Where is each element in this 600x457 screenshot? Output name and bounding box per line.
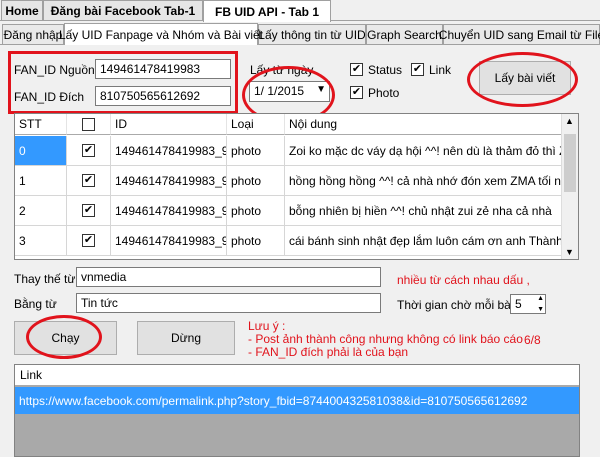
wait-time-label: Thời gian chờ mỗi bài [397,298,514,312]
get-posts-highlight-ellipse [467,52,578,107]
fan-id-highlight-box [8,51,238,114]
wait-time-stepper[interactable]: 5 ▲ ▼ [510,294,546,314]
links-header: Link [15,365,579,386]
photo-checkbox[interactable]: ✔ [350,86,363,99]
row-2-checkbox[interactable]: ✔ [82,204,95,217]
subtab-uid-info[interactable]: Lấy thông tin từ UID [258,24,366,44]
link-label: Link [429,63,452,77]
link-checkbox[interactable]: ✔ [411,63,424,76]
table-row-1-check[interactable]: ✔ [67,166,111,196]
table-row-2-stt[interactable]: 2 [15,196,67,226]
scrollbar-thumb[interactable] [564,134,576,192]
photo-label: Photo [368,86,400,100]
grid-header-stt: STT [15,114,67,135]
grid-header-check[interactable] [67,114,111,135]
table-row-0-check[interactable]: ✔ [67,136,111,166]
list-item[interactable]: https://www.facebook.com/permalink.php?s… [15,387,579,414]
grid-vertical-scrollbar[interactable]: ▲ ▼ [561,114,578,259]
grid-header-id: ID [111,114,227,135]
status-checkbox[interactable]: ✔ [350,63,363,76]
subtab-login[interactable]: Đăng nhập [2,24,64,44]
subtab-uid-to-email[interactable]: Chuyển UID sang Email từ File [439,24,600,44]
table-row-1-content[interactable]: hồng hồng hồng ^^! cả nhà nhớ đón xem ZM… [285,166,563,196]
table-row-2-id[interactable]: 149461478419983_9... [111,196,227,226]
status-label: Status [368,63,403,77]
table-row-1-id[interactable]: 149461478419983_9... [111,166,227,196]
replace-label: Thay thế từ [14,272,76,286]
progress-counter: 6/8 [524,333,541,347]
links-grid[interactable]: Link https://www.facebook.com/permalink.… [14,364,580,457]
table-row-1-type[interactable]: photo [227,166,285,196]
tab-home[interactable]: Home [1,0,43,20]
table-row-0-type[interactable]: photo [227,136,285,166]
stepper-up-icon[interactable]: ▲ [537,295,544,302]
run-highlight-ellipse [26,315,102,359]
subtab-graph-search[interactable]: Graph Search [366,24,443,44]
table-row-3-check[interactable]: ✔ [67,226,111,256]
subtab-get-uid-fanpage[interactable]: Lấy UID Fanpage và Nhóm và Bài viết [59,23,263,45]
row-0-checkbox[interactable]: ✔ [82,144,95,157]
table-row-1-stt[interactable]: 1 [15,166,67,196]
notes-line-2: - FAN_ID đích phải là của bạn [248,345,409,359]
notes-line-1: - Post ảnh thành công nhưng không có lin… [248,332,523,346]
table-row-2-check[interactable]: ✔ [67,196,111,226]
wait-time-value: 5 [515,297,522,311]
notes-title: Lưu ý : [248,319,286,333]
select-all-checkbox[interactable] [82,117,95,131]
with-label: Bằng từ [14,297,57,311]
table-row-0-content[interactable]: Zoi ko mặc dc váy dạ hội ^^! nên dù là t… [285,136,563,166]
table-row-0-stt[interactable]: 0 [15,136,67,166]
table-row-2-content[interactable]: bỗng nhiên bị hiền ^^! chủ nhật zui zẻ n… [285,196,563,226]
grid-header-type: Loại [227,114,285,135]
table-row-3-stt[interactable]: 3 [15,226,67,256]
tab-fb-uid-api[interactable]: FB UID API - Tab 1 [203,0,331,22]
stepper-down-icon[interactable]: ▼ [537,306,544,313]
table-row-3-id[interactable]: 149461478419983_9... [111,226,227,256]
stop-button[interactable]: Dừng [137,321,235,355]
scroll-down-icon[interactable]: ▼ [565,247,574,257]
table-row-0-id[interactable]: 149461478419983_9... [111,136,227,166]
row-1-checkbox[interactable]: ✔ [82,174,95,187]
table-row-2-type[interactable]: photo [227,196,285,226]
table-row-3-type[interactable]: photo [227,226,285,256]
row-3-checkbox[interactable]: ✔ [82,234,95,247]
with-input[interactable]: Tin tức [76,293,381,313]
tab-post-facebook[interactable]: Đăng bài Facebook Tab-1 [43,0,203,20]
scroll-up-icon[interactable]: ▲ [565,116,574,126]
grid-header-content: Nội dung [285,114,563,135]
replace-hint: nhiều từ cách nhau dấu , [397,273,530,287]
table-row-3-content[interactable]: cái bánh sinh nhật đẹp lắm luôn cám ơn a… [285,226,563,256]
replace-input[interactable]: vnmedia [76,267,381,287]
posts-grid[interactable]: STT ID Loại Nội dung 0 ✔ 149461478419983… [14,113,579,260]
